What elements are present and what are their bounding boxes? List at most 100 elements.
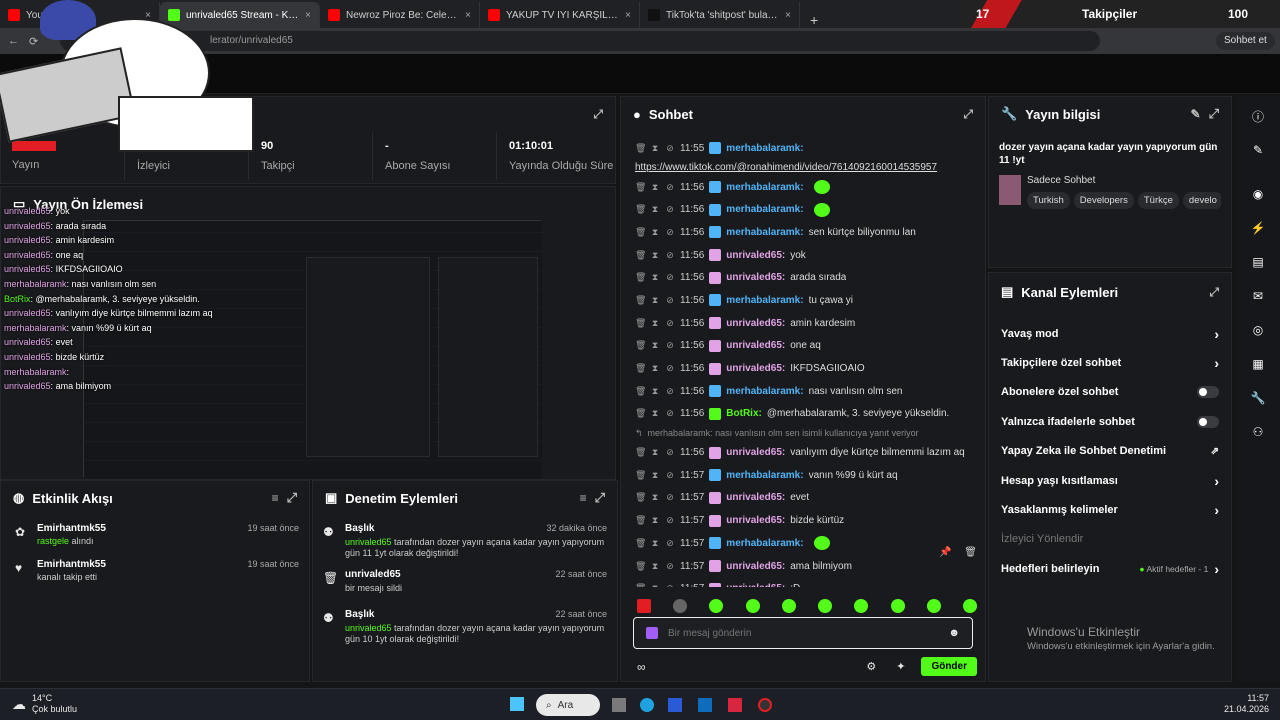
timeout-icon[interactable]: ⧗ bbox=[650, 538, 660, 549]
browser-tab[interactable]: TikTok'ta 'shitpost' bulabilirsiniz | T.… bbox=[640, 2, 800, 28]
trash-icon[interactable]: 🗑 bbox=[635, 492, 646, 503]
tag-chip[interactable]: Türkçe bbox=[1137, 192, 1179, 209]
trash-icon[interactable]: 🗑 bbox=[635, 538, 646, 549]
timeout-icon[interactable]: ⧗ bbox=[650, 363, 660, 374]
ban-icon[interactable]: ⊘ bbox=[665, 227, 675, 238]
timeout-icon[interactable]: ⧗ bbox=[650, 250, 660, 261]
tag-chip[interactable]: develo bbox=[1182, 192, 1221, 209]
app-icon[interactable] bbox=[758, 698, 772, 712]
trash-icon[interactable]: 🗑 bbox=[635, 386, 646, 397]
chevron-right-icon[interactable]: › bbox=[1214, 355, 1219, 371]
emote-icon[interactable] bbox=[818, 599, 833, 613]
trash-icon[interactable]: 🗑 bbox=[635, 182, 646, 193]
trash-icon[interactable]: 🗑 bbox=[635, 470, 646, 481]
chat-username[interactable]: merhabalaramk: bbox=[726, 143, 803, 154]
timeout-icon[interactable]: ⧗ bbox=[650, 447, 660, 458]
chat-username[interactable]: merhabalaramk: bbox=[726, 295, 803, 306]
tag-chip[interactable]: Developers bbox=[1073, 192, 1134, 209]
chat-username[interactable]: unrivaled65: bbox=[726, 363, 785, 374]
browser-tab[interactable]: Newroz Piroz Be: Celebrate the Fe... × bbox=[320, 2, 480, 28]
filter-icon[interactable]: ≡ bbox=[580, 491, 587, 505]
chat-username[interactable]: BotRix: bbox=[726, 408, 762, 419]
expand-icon[interactable]: ⤢ bbox=[593, 107, 603, 122]
ban-icon[interactable]: ⊘ bbox=[665, 386, 675, 397]
trash-icon[interactable]: 🗑 bbox=[635, 363, 646, 374]
timeout-icon[interactable]: ⧗ bbox=[650, 561, 660, 572]
timeout-icon[interactable]: ⧗ bbox=[650, 583, 660, 587]
infinity-icon[interactable]: ∞ bbox=[637, 660, 646, 674]
ban-icon[interactable]: ⊘ bbox=[665, 250, 675, 261]
expand-icon[interactable]: ⤢ bbox=[595, 490, 605, 506]
ban-icon[interactable]: ⊘ bbox=[665, 515, 675, 526]
ban-icon[interactable]: ⊘ bbox=[665, 318, 675, 329]
settings-icon[interactable]: ⚙ bbox=[866, 660, 876, 673]
chat-username[interactable]: unrivaled65: bbox=[726, 561, 785, 572]
trash-icon[interactable]: 🗑 bbox=[635, 227, 646, 238]
close-icon[interactable]: × bbox=[785, 10, 791, 21]
pen-icon[interactable]: ✎ bbox=[1244, 136, 1272, 164]
ban-icon[interactable]: ⊘ bbox=[665, 363, 675, 374]
chevron-right-icon[interactable]: › bbox=[1214, 502, 1219, 518]
lightning-icon[interactable]: ⚡ bbox=[1244, 214, 1272, 242]
channel-action-row[interactable]: Abonelere özel sohbet bbox=[989, 378, 1231, 407]
channel-action-row[interactable]: Yapay Zeka ile Sohbet Denetimi ⇗ bbox=[989, 437, 1231, 466]
document-icon[interactable]: ▤ bbox=[1244, 248, 1272, 276]
chat-username[interactable]: unrivaled65: bbox=[726, 272, 785, 283]
trash-icon[interactable]: 🗑 bbox=[635, 447, 646, 458]
ban-icon[interactable]: ⊘ bbox=[665, 295, 675, 306]
chat-username[interactable]: unrivaled65: bbox=[726, 250, 785, 261]
channel-action-row[interactable]: Yasaklanmış kelimeler › bbox=[989, 495, 1231, 524]
chat-username[interactable]: unrivaled65: bbox=[726, 340, 785, 351]
timeout-icon[interactable]: ⧗ bbox=[650, 470, 660, 481]
close-icon[interactable]: × bbox=[625, 10, 631, 21]
emoji-icon[interactable]: ☻ bbox=[948, 627, 960, 639]
ban-icon[interactable]: ⊘ bbox=[665, 583, 675, 587]
trash-icon[interactable]: 🗑 bbox=[635, 515, 646, 526]
weather-widget[interactable]: ☁ 14°C Çok bulutlu bbox=[12, 693, 77, 715]
expand-icon[interactable]: ⤢ bbox=[1209, 285, 1219, 300]
chat-username[interactable]: merhabalaramk: bbox=[726, 470, 803, 481]
toggle-switch[interactable] bbox=[1197, 386, 1219, 399]
emote-icon[interactable] bbox=[637, 599, 651, 613]
layers-icon[interactable]: ▦ bbox=[1244, 350, 1272, 378]
channel-action-row[interactable]: Hesap yaşı kısıtlaması › bbox=[989, 466, 1231, 495]
timeout-icon[interactable]: ⧗ bbox=[650, 386, 660, 397]
message-input-box[interactable]: ☻ bbox=[633, 617, 973, 649]
chevron-right-icon[interactable]: › bbox=[1214, 561, 1219, 577]
pin-icon[interactable]: 📌 bbox=[939, 547, 951, 558]
emote-icon[interactable] bbox=[781, 599, 796, 613]
info-icon[interactable]: ⓘ bbox=[1244, 102, 1272, 130]
channel-action-row[interactable]: Yalnızca ifadelerle sohbet bbox=[989, 407, 1231, 436]
channel-action-row[interactable]: Yavaş mod › bbox=[989, 319, 1231, 348]
channel-action-row[interactable]: Hedefleri belirleyin ● Aktif hedefler - 1… bbox=[989, 554, 1231, 583]
timeout-icon[interactable]: ⧗ bbox=[650, 340, 660, 351]
timeout-icon[interactable]: ⧗ bbox=[650, 204, 660, 215]
edge-icon[interactable] bbox=[640, 698, 654, 712]
ban-icon[interactable]: ⊘ bbox=[665, 447, 675, 458]
chat-username[interactable]: unrivaled65: bbox=[726, 318, 785, 329]
ban-icon[interactable]: ⊘ bbox=[665, 492, 675, 503]
emote-icon[interactable] bbox=[962, 599, 977, 613]
edit-icon[interactable]: ✎ bbox=[1191, 107, 1201, 121]
timeout-icon[interactable]: ⧗ bbox=[650, 318, 660, 329]
trash-icon[interactable]: 🗑 bbox=[635, 408, 646, 419]
chevron-right-icon[interactable]: › bbox=[1214, 473, 1219, 489]
ban-icon[interactable]: ⊘ bbox=[665, 538, 675, 549]
trash-icon[interactable]: 🗑 bbox=[635, 272, 646, 283]
ban-icon[interactable]: ⊘ bbox=[665, 408, 675, 419]
close-icon[interactable]: × bbox=[465, 10, 471, 21]
timeout-icon[interactable]: ⧗ bbox=[650, 408, 660, 419]
trash-icon[interactable]: 🗑 bbox=[635, 143, 646, 154]
chat-username[interactable]: unrivaled65: bbox=[726, 447, 785, 458]
emote-icon[interactable] bbox=[926, 599, 941, 613]
profile-chip[interactable]: Sohbet et bbox=[1216, 32, 1275, 50]
store-icon[interactable] bbox=[668, 698, 682, 712]
message-icon[interactable]: ✉ bbox=[1244, 282, 1272, 310]
filter-icon[interactable]: ≡ bbox=[272, 491, 279, 505]
toggle-switch[interactable] bbox=[1197, 415, 1219, 428]
expand-icon[interactable]: ⤢ bbox=[963, 107, 973, 122]
send-button[interactable]: Gönder bbox=[921, 657, 977, 676]
browser-tab[interactable]: YAKUP TV İYİ KARŞILANDI MI ? - Y... × bbox=[480, 2, 640, 28]
bot-icon[interactable]: ✦ bbox=[896, 660, 905, 673]
channel-action-row[interactable]: Takipçilere özel sohbet › bbox=[989, 348, 1231, 377]
